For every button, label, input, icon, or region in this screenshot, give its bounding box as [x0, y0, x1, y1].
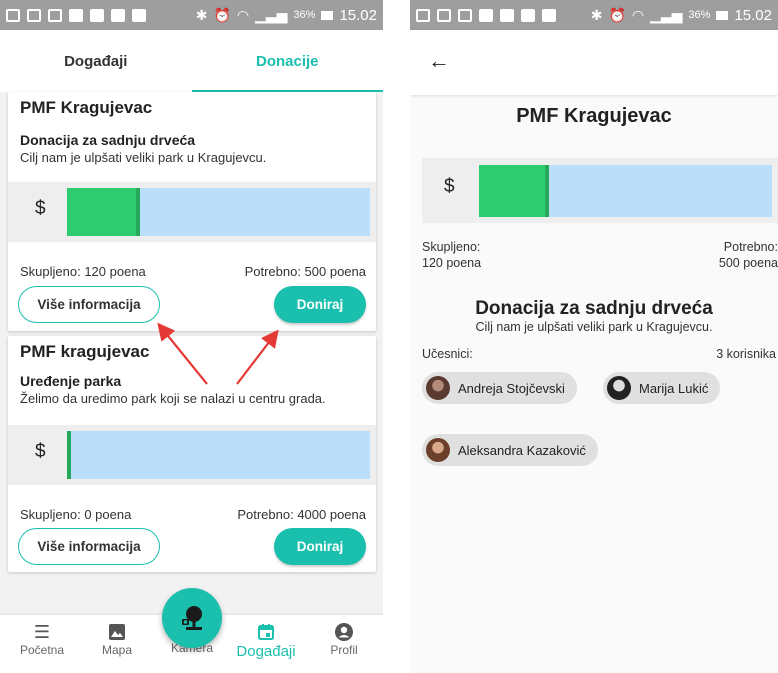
app-bar: ← — [410, 30, 778, 95]
bluetooth-icon: ✱ — [590, 7, 603, 23]
wifi-icon: ◠ — [631, 7, 645, 23]
participant-name: Andreja Stojčevski — [458, 380, 565, 396]
notification-icon — [69, 8, 83, 22]
donate-button[interactable]: Doniraj — [274, 286, 366, 323]
card-organization: PMF kragujevac — [20, 342, 150, 361]
account-icon — [334, 621, 354, 643]
nav-label: Početna — [19, 643, 65, 657]
image-icon — [108, 621, 126, 643]
participant-name: Marija Lukić — [639, 380, 709, 396]
needed-points: Potrebno: 4000 poena — [237, 507, 366, 522]
progress-fill — [479, 165, 550, 217]
calendar-icon — [257, 621, 275, 643]
donation-detail-screen: ✱ ⏰ ◠ ▁▃▅ 36% 15.02 ← PMF Kragujevac $ S… — [410, 0, 778, 673]
needed-block: Potrebno: 500 poena — [719, 240, 778, 271]
progress-track — [67, 431, 370, 479]
page-title: PMF Kragujevac — [516, 105, 672, 127]
card-description: Želimo da uredimo park koji se nalazi u … — [20, 391, 326, 406]
participant-chip[interactable]: Aleksandra Kazaković — [422, 434, 598, 466]
camera-fab[interactable] — [162, 588, 222, 648]
participant-chip[interactable]: Andreja Stojčevski — [422, 372, 577, 404]
donations-screen: ✱ ⏰ ◠ ▁▃▅ 36% 15.02 Događaji Donacije PM… — [0, 0, 383, 673]
tab-events[interactable]: Događaji — [0, 30, 192, 92]
progress-fill — [67, 188, 140, 236]
dollar-icon: $ — [35, 441, 46, 462]
nav-map[interactable]: Mapa — [87, 621, 147, 657]
collected-block: Skupljeno: 120 poena — [422, 240, 481, 271]
alarm-icon: ⏰ — [213, 7, 231, 23]
participants-label: Učesnici: — [422, 347, 473, 361]
back-arrow-icon[interactable]: ← — [428, 50, 450, 72]
camera-tree-icon — [182, 606, 202, 630]
battery-icon — [321, 10, 334, 20]
avatar — [607, 376, 631, 400]
battery-icon — [716, 10, 729, 20]
card-title: Uređenje parka — [20, 373, 122, 389]
participants-count: 3 korisnika — [716, 347, 776, 361]
battery-percent: 36% — [688, 9, 711, 21]
status-bar: ✱ ⏰ ◠ ▁▃▅ 36% 15.02 — [410, 0, 778, 30]
bluetooth-icon: ✱ — [195, 7, 208, 23]
card-organization: PMF Kragujevac — [20, 98, 153, 117]
collected-points: Skupljeno: 120 poena — [20, 264, 146, 279]
tab-bar: Događaji Donacije — [0, 30, 383, 92]
donation-description: Cilj nam je ulpšati veliki park u Kraguj… — [475, 320, 713, 334]
progress-fill — [67, 431, 71, 479]
wifi-icon: ◠ — [236, 7, 250, 23]
avatar — [426, 438, 450, 462]
alarm-icon: ⏰ — [608, 7, 626, 23]
avatar — [426, 376, 450, 400]
participant-name: Aleksandra Kazaković — [458, 442, 586, 458]
card-title: Donacija za sadnju drveća — [20, 132, 196, 148]
needed-points: Potrebno: 500 poena — [244, 264, 366, 279]
needed-value: 500 poena — [718, 255, 778, 270]
donation-card: PMF Kragujevac Donacija za sadnju drveća… — [8, 92, 376, 331]
participant-chip[interactable]: Marija Lukić — [603, 372, 721, 404]
status-bar: ✱ ⏰ ◠ ▁▃▅ 36% 15.02 — [0, 0, 383, 30]
nav-home[interactable]: ☰ Početna — [12, 621, 72, 658]
notification-icon — [6, 8, 20, 22]
donate-button[interactable]: Doniraj — [274, 528, 366, 565]
nav-label: Mapa — [101, 643, 133, 657]
donation-progress: $ — [422, 158, 778, 223]
dollar-icon: $ — [35, 198, 46, 219]
notification-icon — [542, 8, 556, 22]
notification-icon — [458, 8, 472, 22]
clock: 15.02 — [339, 6, 377, 24]
notification-icon — [416, 8, 430, 22]
collected-value: 120 poena — [422, 255, 482, 270]
donation-card: PMF kragujevac Uređenje parka Želimo da … — [8, 336, 376, 572]
nav-profile[interactable]: Profil — [314, 621, 374, 657]
notification-icon — [479, 8, 493, 22]
notification-icon — [90, 8, 104, 22]
clock: 15.02 — [734, 6, 772, 24]
signal-icon: ▁▃▅ — [650, 7, 683, 23]
dollar-icon: $ — [444, 176, 455, 197]
notification-icon — [48, 8, 62, 22]
list-icon: ☰ — [33, 621, 51, 642]
collected-label: Skupljeno: — [422, 240, 481, 254]
progress-track — [67, 188, 370, 236]
more-info-button[interactable]: Više informacija — [18, 528, 160, 565]
progress-track — [479, 165, 772, 217]
battery-percent: 36% — [293, 9, 316, 21]
notification-icon — [521, 8, 535, 22]
donation-title: Donacija za sadnju drveća — [475, 298, 713, 319]
donation-progress: $ — [8, 182, 376, 242]
more-info-button[interactable]: Više informacija — [18, 286, 160, 323]
card-description: Cilj nam je ulpšati veliki park u Kraguj… — [20, 150, 267, 165]
donation-progress: $ — [8, 425, 376, 485]
nav-events[interactable]: Događaji — [236, 621, 296, 660]
notification-icon — [132, 8, 146, 22]
notification-icon — [500, 8, 514, 22]
collected-points: Skupljeno: 0 poena — [20, 507, 132, 522]
signal-icon: ▁▃▅ — [255, 7, 288, 23]
notification-icon — [27, 8, 41, 22]
nav-label: Događaji — [236, 643, 296, 660]
nav-label: Profil — [330, 643, 358, 657]
needed-label: Potrebno: — [723, 240, 778, 254]
tab-donations[interactable]: Donacije — [191, 30, 384, 92]
notification-icon — [111, 8, 125, 22]
notification-icon — [437, 8, 451, 22]
